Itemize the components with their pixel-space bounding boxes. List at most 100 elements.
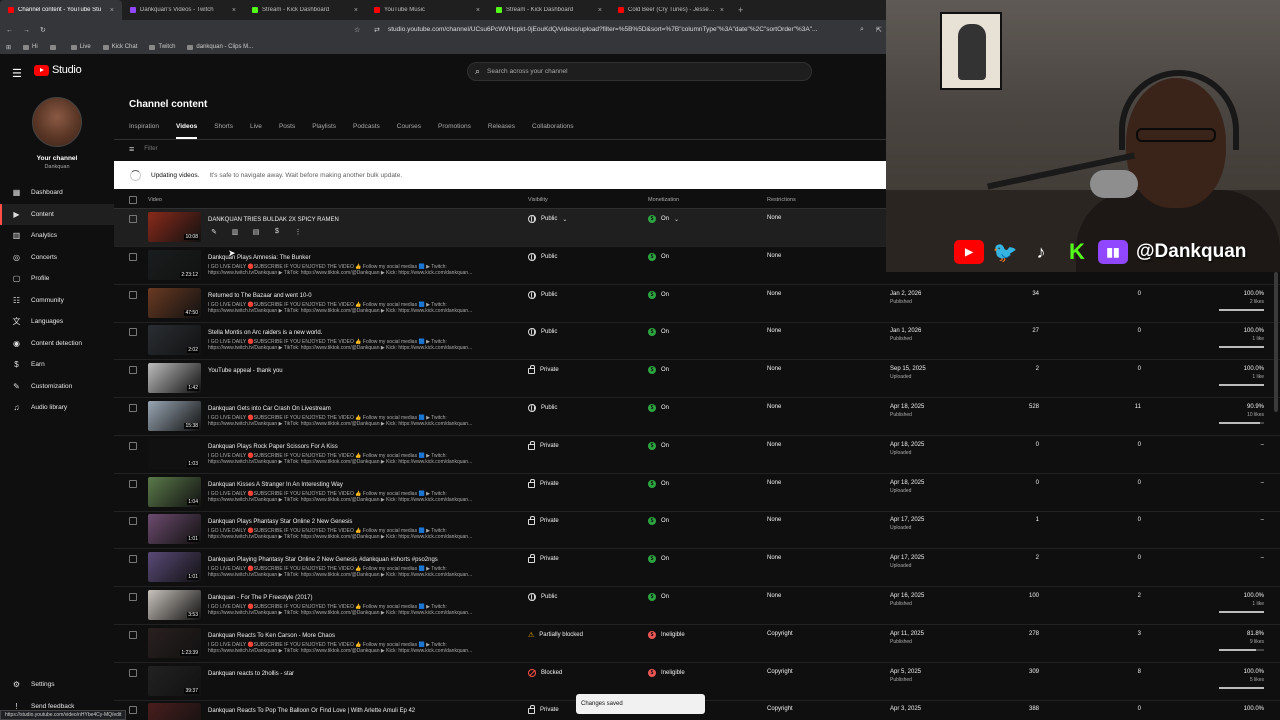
- video-title[interactable]: Dankquan reacts to 2hollis - star: [208, 671, 294, 677]
- bookmark-star-icon[interactable]: ☆: [354, 26, 360, 34]
- visibility-cell[interactable]: Private: [528, 705, 559, 715]
- video-title[interactable]: Dankquan Gets into Car Crash On Livestre…: [208, 406, 331, 412]
- sidebar-item-concerts[interactable]: ◎ Concerts: [0, 247, 114, 269]
- visibility-cell[interactable]: Public: [528, 593, 557, 601]
- table-row[interactable]: 1:04 Dankquan Kisses A Stranger In An Int…: [114, 474, 1280, 512]
- comments-icon[interactable]: ▤: [250, 228, 262, 236]
- sidebar-item-audio-library[interactable]: ♫ Audio library: [0, 397, 114, 419]
- video-title[interactable]: Dankquan Plays Rock Paper Scissors For A…: [208, 444, 338, 450]
- row-checkbox[interactable]: [129, 441, 137, 450]
- monetization-cell[interactable]: $ On: [648, 441, 669, 450]
- visibility-cell[interactable]: Public: [528, 252, 557, 261]
- filter-placeholder[interactable]: Filter: [144, 146, 157, 152]
- tab-close-icon[interactable]: ×: [476, 7, 480, 14]
- row-checkbox[interactable]: [129, 555, 137, 564]
- tab-podcasts[interactable]: Podcasts: [353, 123, 380, 139]
- video-title[interactable]: Dankquan Reacts To Ken Carson - More Cha…: [208, 633, 335, 639]
- tab-courses[interactable]: Courses: [397, 123, 421, 139]
- tab-videos[interactable]: Videos: [176, 123, 198, 139]
- video-title[interactable]: Returned to The Bazaar and went 10-0: [208, 293, 312, 299]
- tab-live[interactable]: Live: [250, 123, 262, 139]
- tab-close-icon[interactable]: ×: [354, 7, 358, 14]
- sidebar-item-content-detection[interactable]: ◉ Content detection: [0, 333, 114, 355]
- row-checkbox[interactable]: [129, 404, 137, 412]
- edit-icon[interactable]: ✎: [208, 228, 220, 236]
- video-thumbnail[interactable]: 1:03: [148, 438, 201, 469]
- tab-close-icon[interactable]: ×: [232, 7, 236, 14]
- site-info-icon[interactable]: ⇄: [374, 26, 380, 34]
- tab-collaborations[interactable]: Collaborations: [532, 123, 574, 139]
- sidebar-item-languages[interactable]: 文 Languages: [0, 311, 114, 333]
- row-checkbox[interactable]: [129, 366, 137, 375]
- visibility-cell[interactable]: Public: [528, 290, 557, 299]
- video-title[interactable]: Dankquan Playing Phantasy Star Online 2 …: [208, 557, 438, 563]
- table-row[interactable]: 47:50 Returned to The Bazaar and went 10-…: [114, 285, 1280, 323]
- row-checkbox[interactable]: [129, 290, 137, 299]
- page-scrollbar[interactable]: [1274, 272, 1278, 412]
- forward-icon[interactable]: →: [23, 27, 30, 34]
- filter-row[interactable]: ≡ Filter: [129, 144, 158, 154]
- visibility-cell[interactable]: Private: [528, 365, 559, 375]
- search-input[interactable]: ⌕ Search across your channel: [467, 62, 812, 81]
- visibility-cell[interactable]: Private: [528, 478, 559, 488]
- video-thumbnail[interactable]: 2:02: [148, 325, 201, 356]
- video-thumbnail[interactable]: [148, 703, 201, 720]
- video-thumbnail[interactable]: 15:38: [148, 401, 201, 431]
- visibility-cell[interactable]: Private: [528, 440, 559, 450]
- row-checkbox[interactable]: [129, 630, 137, 639]
- table-row[interactable]: 3:53 Dankquan - For The P Freestyle (2017…: [114, 587, 1280, 625]
- share-icon[interactable]: ⇱: [876, 26, 882, 34]
- zoom-icon[interactable]: ⌕: [860, 26, 864, 34]
- select-all-checkbox[interactable]: [129, 196, 137, 204]
- monetization-cell[interactable]: $ On: [648, 252, 669, 261]
- video-title[interactable]: Stella Montis on Arc raiders is a new wo…: [208, 330, 322, 336]
- video-thumbnail[interactable]: 1:42: [148, 363, 201, 394]
- table-row[interactable]: 15:38 Dankquan Gets into Car Crash On Liv…: [114, 398, 1280, 436]
- video-title[interactable]: Dankquan Plays Amnesia: The Bunker: [208, 255, 311, 261]
- sidebar-item-earn[interactable]: $ Earn: [0, 354, 114, 376]
- visibility-cell[interactable]: Public: [528, 328, 557, 337]
- row-checkbox[interactable]: [129, 517, 137, 526]
- visibility-cell[interactable]: Public: [528, 404, 557, 412]
- row-checkbox[interactable]: [129, 479, 137, 488]
- reload-icon[interactable]: ↻: [40, 26, 46, 34]
- sidebar-item-settings[interactable]: ⚙ Settings: [0, 674, 114, 696]
- tab-posts[interactable]: Posts: [279, 123, 295, 139]
- monetization-cell[interactable]: $ On: [648, 517, 669, 526]
- chevron-down-icon[interactable]: ⌄: [562, 216, 567, 223]
- back-icon[interactable]: ←: [6, 27, 13, 34]
- video-title[interactable]: Dankquan Kisses A Stranger In An Interes…: [208, 482, 343, 488]
- monetization-cell[interactable]: $ Ineligible: [648, 668, 685, 677]
- visibility-cell[interactable]: ⚠ Partially blocked: [528, 631, 583, 639]
- sidebar-item-customization[interactable]: ✎ Customization: [0, 376, 114, 398]
- browser-tab[interactable]: Stream - Kick Dashboard ×: [488, 0, 610, 20]
- tab-promotions[interactable]: Promotions: [438, 123, 471, 139]
- video-thumbnail[interactable]: 1:01: [148, 514, 201, 545]
- more-options-icon[interactable]: ⋮: [292, 228, 304, 236]
- bookmark-item[interactable]: Kick Chat: [102, 44, 137, 50]
- chevron-down-icon[interactable]: ⌄: [674, 216, 679, 223]
- tab-close-icon[interactable]: ×: [720, 7, 724, 14]
- video-title[interactable]: Dankquan Plays Phantasy Star Online 2 Ne…: [208, 519, 352, 525]
- column-restrictions[interactable]: Restrictions: [767, 197, 796, 203]
- row-checkbox[interactable]: [129, 593, 137, 601]
- browser-tab[interactable]: Dankquan's Videos - Twitch ×: [122, 0, 244, 20]
- column-monetization[interactable]: Monetization: [648, 197, 679, 203]
- monetization-cell[interactable]: $ On: [648, 555, 669, 564]
- video-thumbnail[interactable]: 10:08: [148, 212, 201, 242]
- video-thumbnail[interactable]: 3:53: [148, 590, 201, 620]
- sidebar-item-content[interactable]: ▶ Content: [0, 203, 114, 225]
- table-row[interactable]: 1:42 YouTube appeal - thank you Private $ On…: [114, 360, 1280, 399]
- monetization-cell[interactable]: $ On ⌄: [648, 215, 679, 223]
- monetization-icon[interactable]: $: [271, 228, 283, 236]
- monetization-cell[interactable]: $ On: [648, 290, 669, 299]
- row-checkbox[interactable]: [129, 215, 137, 223]
- table-row[interactable]: 2:02 Stella Montis on Arc raiders is a ne…: [114, 322, 1280, 361]
- sidebar-item-dashboard[interactable]: ▦ Dashboard: [0, 182, 114, 204]
- bookmark-item[interactable]: Twitch: [149, 44, 175, 50]
- monetization-cell[interactable]: $ On: [648, 366, 669, 375]
- row-checkbox[interactable]: [129, 328, 137, 337]
- studio-logo[interactable]: Studio: [34, 64, 82, 76]
- monetization-cell[interactable]: $ On: [648, 404, 669, 412]
- table-row[interactable]: 1:03 Dankquan Plays Rock Paper Scissors F…: [114, 436, 1280, 474]
